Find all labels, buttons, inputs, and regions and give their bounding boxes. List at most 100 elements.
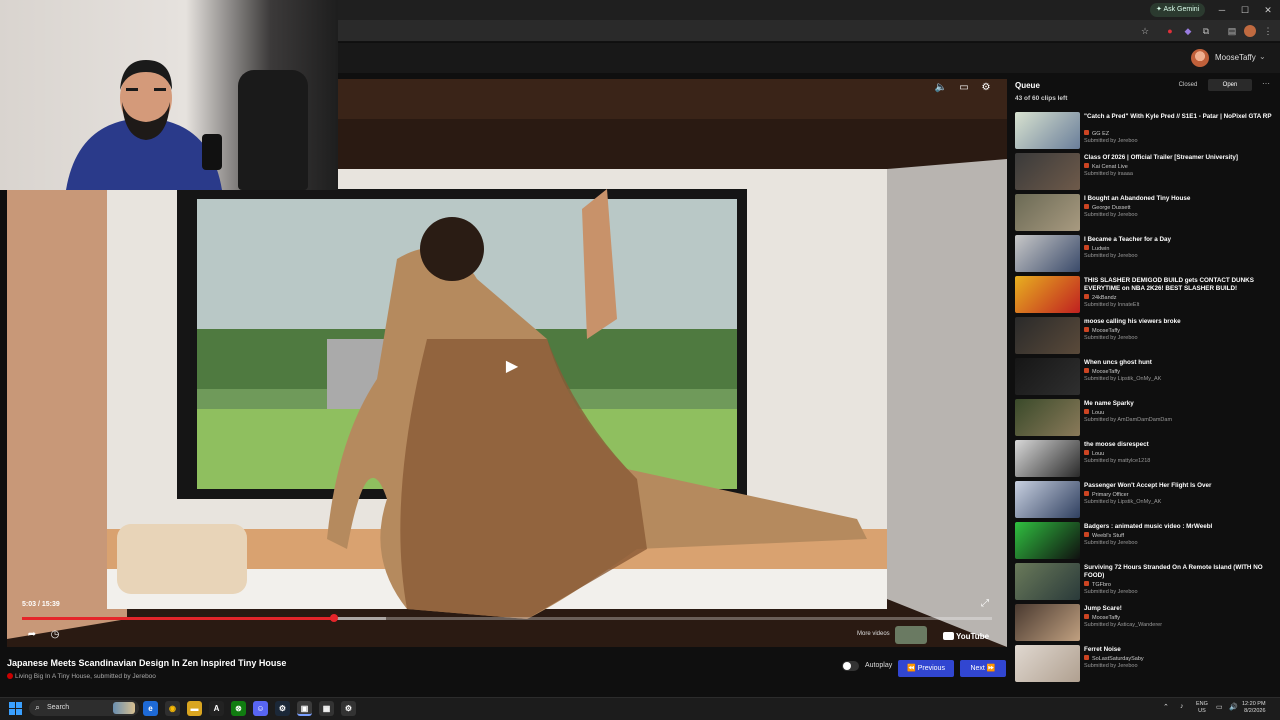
- tab-open[interactable]: Open: [1208, 79, 1252, 91]
- queue-item-thumbnail[interactable]: [1015, 522, 1080, 559]
- language-indicator[interactable]: ENG US: [1196, 701, 1208, 715]
- queue-item-thumbnail[interactable]: [1015, 358, 1080, 395]
- queue-item-title[interactable]: Class Of 2026 | Official Trailer [Stream…: [1084, 154, 1274, 162]
- settings-gear-icon[interactable]: ⚙: [979, 81, 993, 95]
- captions-icon[interactable]: ▭: [957, 81, 971, 95]
- edge-icon[interactable]: e: [143, 701, 158, 716]
- autoplay-toggle[interactable]: [842, 661, 859, 671]
- queue-item[interactable]: Ferret Noise SoLastSaturdaySaby Submitted …: [1015, 645, 1275, 683]
- extension-puzzle-purple-icon[interactable]: ◆: [1182, 25, 1194, 37]
- user-name[interactable]: MooseTaffy: [1215, 53, 1256, 62]
- queue-item[interactable]: When uncs ghost hunt MooseTaffy Submitted …: [1015, 358, 1275, 396]
- queue-item-thumbnail[interactable]: [1015, 317, 1080, 354]
- queue-item-title[interactable]: When uncs ghost hunt: [1084, 359, 1274, 367]
- queue-item-submitter: Submitted by Jereboo: [1084, 589, 1138, 595]
- windows-start-icon[interactable]: [9, 702, 22, 715]
- play-icon[interactable]: ▶: [501, 356, 523, 378]
- extensions-icon[interactable]: ⧉: [1200, 25, 1212, 37]
- queue-item-title[interactable]: I Bought an Abandoned Tiny House: [1084, 195, 1274, 203]
- streamlabs-icon[interactable]: ▦: [319, 701, 334, 716]
- queue-item-title[interactable]: Badgers : animated music video : MrWeebl: [1084, 523, 1274, 531]
- volume-icon[interactable]: 🔈: [934, 81, 948, 95]
- queue-item-title[interactable]: THIS SLASHER DEMIGOD BUILD gets CONTACT …: [1084, 277, 1274, 293]
- queue-item[interactable]: Me name Sparky Louu Submitted by AmDamDamD…: [1015, 399, 1275, 437]
- bookmark-star-icon[interactable]: ☆: [1139, 25, 1151, 37]
- maximize-icon[interactable]: ☐: [1235, 2, 1255, 18]
- xbox-icon[interactable]: ⊗: [231, 701, 246, 716]
- queue-item-channel: Ludwin: [1084, 245, 1109, 252]
- volume-tray-icon[interactable]: 🔊: [1229, 703, 1238, 711]
- queue-item-thumbnail[interactable]: [1015, 481, 1080, 518]
- more-videos-label[interactable]: More videos: [857, 631, 890, 637]
- queue-item-submitter: Submitted by Jereboo: [1084, 138, 1138, 144]
- chrome-icon[interactable]: ◉: [165, 701, 180, 716]
- ask-gemini-button[interactable]: ✦ Ask Gemini: [1150, 3, 1206, 17]
- ableton-icon[interactable]: A: [209, 701, 224, 716]
- tab-closed[interactable]: Closed: [1166, 79, 1210, 91]
- browser-menu-icon[interactable]: ⋮: [1262, 25, 1274, 37]
- queue-item-thumbnail[interactable]: [1015, 440, 1080, 477]
- queue-item[interactable]: the moose disrespect Louu Submitted by mat…: [1015, 440, 1275, 478]
- queue-item-title[interactable]: Me name Sparky: [1084, 400, 1274, 408]
- queue-item[interactable]: Class Of 2026 | Official Trailer [Stream…: [1015, 153, 1275, 191]
- side-panel-icon[interactable]: ▤: [1226, 25, 1238, 37]
- chevron-down-icon[interactable]: ⌄: [1259, 52, 1266, 61]
- queue-item-title[interactable]: I Became a Teacher for a Day: [1084, 236, 1274, 244]
- channel-name[interactable]: Living Big In A Tiny House: [15, 673, 90, 680]
- queue-item-submitter: Submitted by Jereboo: [1084, 663, 1138, 669]
- system-clock[interactable]: 12:20 PM 8/2/2026: [1242, 701, 1266, 715]
- queue-item-title[interactable]: Jump Scare!: [1084, 605, 1274, 613]
- queue-item-thumbnail[interactable]: [1015, 399, 1080, 436]
- queue-item-title[interactable]: moose calling his viewers broke: [1084, 318, 1274, 326]
- queue-item[interactable]: Badgers : animated music video : MrWeebl…: [1015, 522, 1275, 560]
- discord-icon[interactable]: ☺: [253, 701, 268, 716]
- rewind-icon: ⏪: [907, 665, 918, 672]
- user-avatar[interactable]: [1191, 49, 1209, 67]
- watch-later-clock-icon[interactable]: ◷: [48, 628, 62, 642]
- fullscreen-icon[interactable]: ⤢: [978, 597, 992, 611]
- queue-item-thumbnail[interactable]: [1015, 563, 1080, 600]
- share-icon[interactable]: ➦: [25, 628, 39, 642]
- queue-item[interactable]: Surviving 72 Hours Stranded On A Remote …: [1015, 563, 1275, 601]
- minimize-icon[interactable]: ─: [1212, 2, 1232, 18]
- profile-avatar-icon[interactable]: [1244, 25, 1256, 37]
- queue-item[interactable]: "Catch a Pred" With Kyle Pred // S1E1 - …: [1015, 112, 1275, 150]
- next-button[interactable]: Next ⏩: [960, 660, 1006, 677]
- queue-item[interactable]: moose calling his viewers broke MooseTaff…: [1015, 317, 1275, 355]
- more-videos-thumbnail[interactable]: [895, 626, 927, 644]
- queue-item-title[interactable]: Surviving 72 Hours Stranded On A Remote …: [1084, 564, 1274, 580]
- youtube-logo[interactable]: YouTube: [943, 632, 989, 641]
- queue-item[interactable]: Jump Scare! MooseTaffy Submitted by Astica…: [1015, 604, 1275, 642]
- queue-item-channel-name: Kai Cenat Live: [1092, 164, 1128, 170]
- queue-item-thumbnail[interactable]: [1015, 194, 1080, 231]
- queue-item-thumbnail[interactable]: [1015, 604, 1080, 641]
- queue-item-thumbnail[interactable]: [1015, 235, 1080, 272]
- tray-overflow-chevron-icon[interactable]: ⌃: [1163, 703, 1169, 711]
- queue-item-thumbnail[interactable]: [1015, 153, 1080, 190]
- previous-button[interactable]: ⏪ Previous: [898, 660, 954, 677]
- queue-item-title[interactable]: the moose disrespect: [1084, 441, 1274, 449]
- microphone-icon[interactable]: ♪: [1180, 703, 1184, 710]
- progress-bar[interactable]: [22, 614, 992, 622]
- queue-item-submitter: Submitted by Lipstik_OnMy_AK: [1084, 376, 1162, 382]
- queue-item[interactable]: I Became a Teacher for a Day Ludwin Submit…: [1015, 235, 1275, 273]
- queue-item-thumbnail[interactable]: [1015, 645, 1080, 682]
- close-window-icon[interactable]: ✕: [1258, 2, 1278, 18]
- extension-record-icon[interactable]: ●: [1164, 25, 1176, 37]
- queue-item-thumbnail[interactable]: [1015, 112, 1080, 149]
- queue-item-channel: MooseTaffy: [1084, 327, 1120, 334]
- settings-app-icon[interactable]: ⚙: [341, 701, 356, 716]
- queue-item[interactable]: THIS SLASHER DEMIGOD BUILD gets CONTACT …: [1015, 276, 1275, 314]
- queue-item-title[interactable]: Passenger Won't Accept Her Flight Is Ove…: [1084, 482, 1274, 490]
- file-explorer-icon[interactable]: ▬: [187, 701, 202, 716]
- queue-item-title[interactable]: Ferret Noise: [1084, 646, 1274, 654]
- queue-item[interactable]: I Bought an Abandoned Tiny House George D…: [1015, 194, 1275, 232]
- network-icon[interactable]: ▭: [1216, 703, 1223, 711]
- queue-item-title[interactable]: "Catch a Pred" With Kyle Pred // S1E1 - …: [1084, 113, 1274, 121]
- queue-item-channel: TGFbro: [1084, 581, 1111, 588]
- obs-studio-icon[interactable]: ▣: [297, 701, 312, 716]
- queue-item[interactable]: Passenger Won't Accept Her Flight Is Ove…: [1015, 481, 1275, 519]
- queue-more-icon[interactable]: ⋯: [1262, 79, 1270, 88]
- steam-icon[interactable]: ⚙: [275, 701, 290, 716]
- queue-item-thumbnail[interactable]: [1015, 276, 1080, 313]
